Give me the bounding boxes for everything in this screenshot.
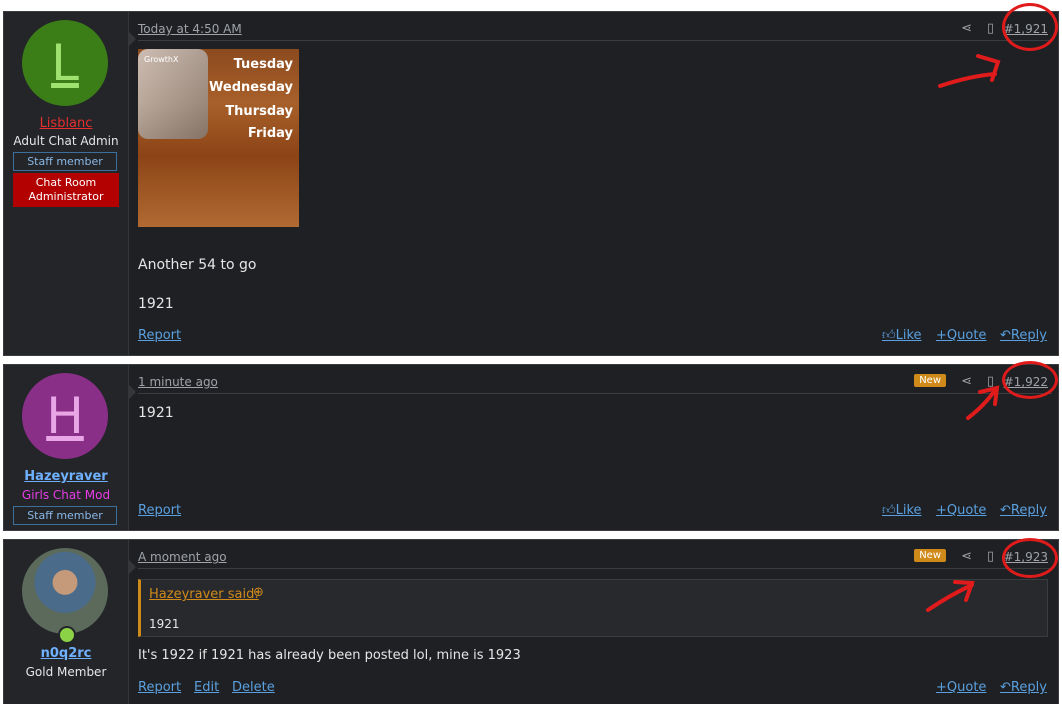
username[interactable]: Lisblanc	[4, 116, 128, 131]
annotation-circle	[1002, 3, 1058, 51]
post-meta: Today at 4:50 AM ⋖ ▯ #1,921	[138, 21, 1052, 41]
day-label: Wednesday	[209, 80, 293, 95]
bookmark-icon[interactable]: ▯	[987, 21, 994, 36]
post-date[interactable]: 1 minute ago	[138, 375, 218, 389]
role-badge: Chat Room Administrator	[13, 173, 119, 207]
report-link[interactable]: Report	[138, 680, 181, 695]
quote-author[interactable]: Hazeyraver said:	[149, 587, 259, 602]
jump-to-quote-icon[interactable]: ⊕	[253, 585, 264, 600]
reply-button[interactable]: ↶Reply	[1000, 503, 1047, 518]
post-date[interactable]: A moment ago	[138, 550, 227, 564]
avatar[interactable]: H	[22, 373, 108, 459]
username[interactable]: n0q2rc	[4, 646, 128, 661]
thumbs-up-icon: 👍︎	[882, 328, 896, 343]
quote-button[interactable]: +Quote	[936, 328, 986, 343]
avatar[interactable]: L	[22, 20, 108, 106]
reply-icon: ↶	[1000, 328, 1011, 343]
user-title: Gold Member	[25, 665, 107, 679]
reply-icon: ↶	[1000, 503, 1011, 518]
post-text: 1921	[138, 405, 174, 421]
report-link[interactable]: Report	[138, 503, 181, 518]
post-text: 1921	[138, 296, 174, 312]
post-1922: H Hazeyraver Girls Chat Mod Staff member…	[3, 364, 1059, 531]
user-title: Adult Chat Admin	[13, 134, 119, 148]
user-column: H Hazeyraver Girls Chat Mod Staff member	[4, 365, 136, 530]
quote-text: 1921	[149, 617, 180, 631]
annotation-circle	[1002, 538, 1058, 578]
post-meta: 1 minute ago New ⋖ ▯ #1,922	[138, 374, 1052, 394]
gif-image[interactable]: GrowthX Tuesday Wednesday Thursday Frida…	[138, 49, 299, 227]
edit-link[interactable]: Edit	[194, 680, 219, 695]
post-meta: A moment ago New ⋖ ▯ #1,923	[138, 549, 1052, 569]
post-text: It's 1922 if 1921 has already been poste…	[138, 648, 521, 663]
quote-button[interactable]: +Quote	[936, 503, 986, 518]
day-label: Tuesday	[233, 57, 293, 72]
reply-button[interactable]: ↶Reply	[1000, 680, 1047, 695]
share-icon[interactable]: ⋖	[961, 374, 972, 389]
share-icon[interactable]: ⋖	[961, 21, 972, 36]
annotation-circle	[1002, 361, 1058, 399]
staff-badge: Staff member	[13, 506, 117, 525]
brand-label: GrowthX	[144, 55, 179, 64]
quote-block: Hazeyraver said: ⊕ 1921	[138, 579, 1048, 637]
new-badge: New	[914, 549, 946, 562]
post-1923: n0q2rc Gold Member A moment ago New ⋖ ▯ …	[3, 539, 1059, 704]
post-text: Another 54 to go	[138, 257, 257, 273]
username[interactable]: Hazeyraver	[4, 469, 128, 484]
avatar[interactable]	[22, 548, 108, 634]
bookmark-icon[interactable]: ▯	[987, 374, 994, 389]
user-column: L Lisblanc Adult Chat Admin Staff member…	[4, 12, 136, 355]
day-label: Friday	[247, 126, 293, 141]
delete-link[interactable]: Delete	[232, 680, 275, 695]
quote-button[interactable]: +Quote	[936, 680, 986, 695]
post-date[interactable]: Today at 4:50 AM	[138, 22, 242, 36]
new-badge: New	[914, 374, 946, 387]
reply-button[interactable]: ↶Reply	[1000, 328, 1047, 343]
like-button[interactable]: 👍︎Like	[882, 503, 922, 518]
post-1921: L Lisblanc Adult Chat Admin Staff member…	[3, 11, 1059, 356]
report-link[interactable]: Report	[138, 328, 181, 343]
online-status-icon	[58, 626, 76, 644]
user-column: n0q2rc Gold Member	[4, 540, 136, 704]
share-icon[interactable]: ⋖	[961, 549, 972, 564]
day-label: Thursday	[225, 104, 293, 119]
reply-icon: ↶	[1000, 680, 1011, 695]
user-title: Girls Chat Mod	[21, 488, 111, 502]
staff-badge: Staff member	[13, 152, 117, 171]
bookmark-icon[interactable]: ▯	[987, 549, 994, 564]
like-button[interactable]: 👍︎Like	[882, 328, 922, 343]
thumbs-up-icon: 👍︎	[882, 503, 896, 518]
